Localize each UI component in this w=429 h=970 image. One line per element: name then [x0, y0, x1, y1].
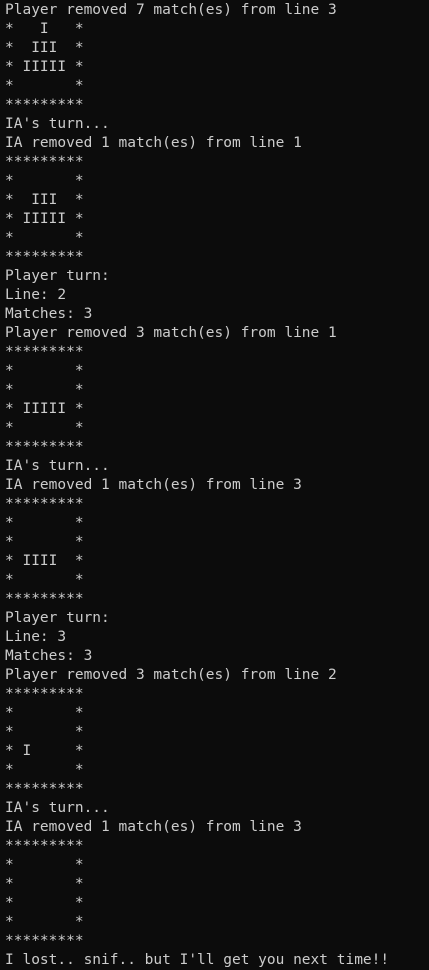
terminal-line: * III * — [5, 192, 84, 208]
terminal-line: * * — [5, 534, 84, 550]
terminal-line: * * — [5, 230, 84, 246]
terminal-line: Player removed 7 match(es) from line 3 — [5, 2, 337, 18]
terminal-line: ********* — [5, 97, 84, 113]
terminal-line: IA's turn... — [5, 800, 110, 816]
terminal-line: ********* — [5, 439, 84, 455]
terminal-line: * * — [5, 382, 84, 398]
terminal-line: Player turn: — [5, 268, 110, 284]
terminal-line: * IIII * — [5, 553, 84, 569]
terminal-line: IA's turn... — [5, 458, 110, 474]
terminal-output[interactable]: Player removed 7 match(es) from line 3 * … — [0, 0, 429, 970]
terminal-line: * IIIII * — [5, 401, 84, 417]
terminal-line: IA removed 1 match(es) from line 3 — [5, 477, 302, 493]
terminal-line: * * — [5, 363, 84, 379]
terminal-line: IA's turn... — [5, 116, 110, 132]
terminal-line: Player removed 3 match(es) from line 2 — [5, 667, 337, 683]
terminal-line: * * — [5, 572, 84, 588]
terminal-line: * * — [5, 705, 84, 721]
terminal-line: * * — [5, 762, 84, 778]
terminal-line: ********* — [5, 781, 84, 797]
terminal-line: * * — [5, 724, 84, 740]
terminal-line: * IIIII * — [5, 211, 84, 227]
terminal-line: Player turn: — [5, 610, 110, 626]
terminal-line: ********* — [5, 933, 84, 949]
terminal-line: ********* — [5, 838, 84, 854]
terminal-line: ********* — [5, 591, 84, 607]
terminal-line: * * — [5, 895, 84, 911]
terminal-line: I lost.. snif.. but I'll get you next ti… — [5, 952, 390, 968]
terminal-line: ********* — [5, 686, 84, 702]
terminal-line: Line: 3 — [5, 629, 67, 645]
terminal-line: * * — [5, 857, 84, 873]
terminal-line: IA removed 1 match(es) from line 1 — [5, 135, 302, 151]
terminal-line: * IIIII * — [5, 59, 84, 75]
terminal-line: ********* — [5, 344, 84, 360]
terminal-line: * * — [5, 78, 84, 94]
terminal-line: Player removed 3 match(es) from line 1 — [5, 325, 337, 341]
terminal-line: * * — [5, 420, 84, 436]
terminal-line: ********* — [5, 154, 84, 170]
terminal-line: Matches: 3 — [5, 648, 93, 664]
terminal-line: * I * — [5, 743, 84, 759]
terminal-line: * * — [5, 173, 84, 189]
terminal-line: * * — [5, 876, 84, 892]
terminal-line: * III * — [5, 40, 84, 56]
terminal-line: * * — [5, 914, 84, 930]
terminal-line: * I * — [5, 21, 84, 37]
terminal-line: Matches: 3 — [5, 306, 93, 322]
terminal-line: ********* — [5, 249, 84, 265]
terminal-line: Line: 2 — [5, 287, 67, 303]
terminal-line: * * — [5, 515, 84, 531]
terminal-line: IA removed 1 match(es) from line 3 — [5, 819, 302, 835]
terminal-line: ********* — [5, 496, 84, 512]
